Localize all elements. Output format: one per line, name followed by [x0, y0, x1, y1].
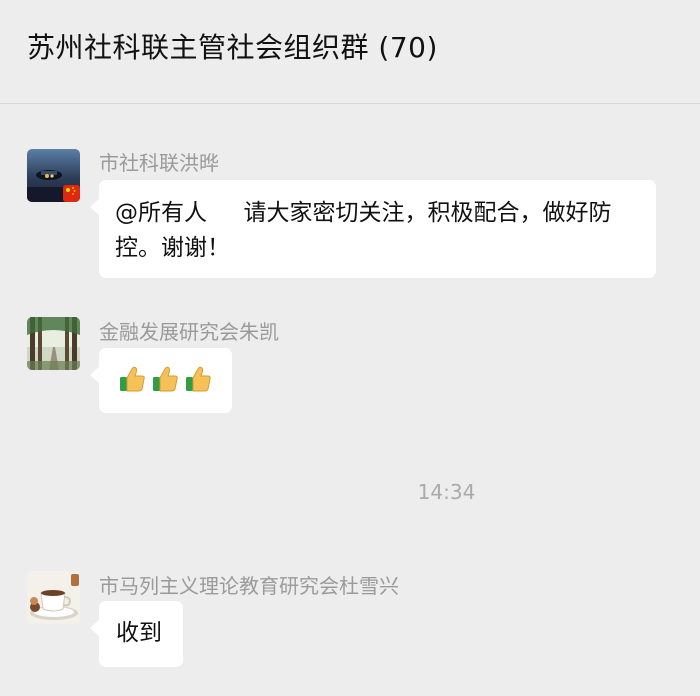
sender-name: 市马列主义理论教育研究会杜雪兴	[99, 574, 399, 598]
sender-name: 金融发展研究会朱凯	[99, 320, 279, 344]
avatar[interactable]	[27, 571, 80, 624]
thumbs-up-icon	[153, 366, 178, 392]
avatar[interactable]	[27, 317, 80, 370]
message-timestamp: 14:34	[417, 480, 476, 504]
chat-title[interactable]: 苏州社科联主管社会组织群 (70)	[27, 26, 438, 66]
message-bubble[interactable]: @所有人 请大家密切关注，积极配合，做好防 控。谢谢！	[90, 180, 656, 278]
message-bubble[interactable]: 收到	[90, 601, 183, 667]
message-bubble[interactable]	[90, 348, 232, 413]
chat-header: 苏州社科联主管社会组织群 (70)	[0, 0, 700, 104]
thumbs-up-icon	[120, 366, 145, 392]
message-text: 收到	[116, 620, 162, 646]
sender-name: 市社科联洪晔	[99, 151, 219, 175]
thumbs-up-icon	[186, 366, 211, 392]
emoji-row	[117, 364, 216, 394]
message-text: @所有人 请大家密切关注，积极配合，做好防 控。谢谢！	[115, 200, 612, 261]
avatar[interactable]	[27, 149, 80, 202]
